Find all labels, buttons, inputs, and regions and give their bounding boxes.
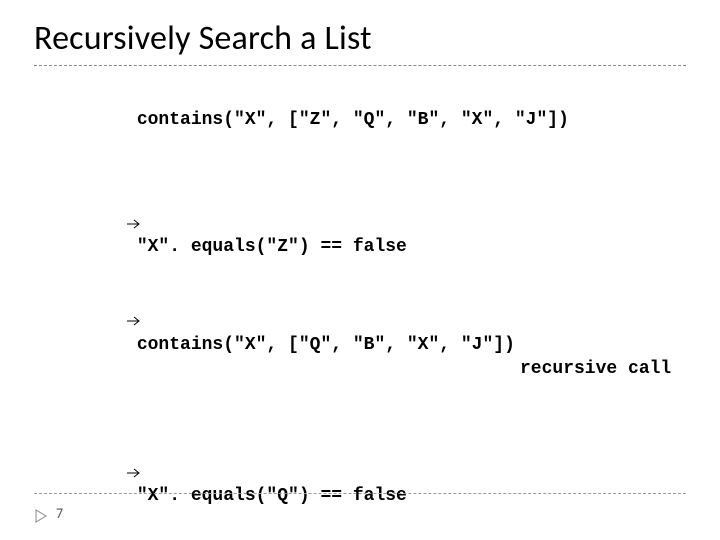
footer-divider [34,493,686,494]
code-trace: contains("X", ["Z", "Q", "B", "X", "J"])… [34,84,686,540]
code-text: contains("X", ["Z", "Q", "B", "X", "J"]) [137,110,569,130]
annotation: recursive call [520,357,671,381]
code-text: "X". equals("Q") == false [137,486,407,506]
code-text: "X". equals("Z") == false [137,237,407,257]
arrow-icon [40,440,58,454]
arrow-icon [40,191,58,205]
trace-line: contains("X", ["Q", "B", "X", "J"]) recu… [40,284,686,405]
slide-title: Recursively Search a List [34,18,686,59]
title-divider [34,65,686,66]
trace-line: "X". equals("Z") == false [40,187,686,284]
play-icon [34,508,48,524]
trace-line: contains("X", ["B", "X", "J"]) recursive… [40,533,686,540]
arrow-icon [40,288,58,302]
slide: Recursively Search a List contains("X", … [0,0,720,540]
trace-line: "X". equals("Q") == false [40,436,686,533]
trace-line: contains("X", ["Z", "Q", "B", "X", "J"]) [40,84,686,157]
page-number: 7 [56,505,63,522]
code-text: contains("X", ["Q", "B", "X", "J"]) [137,335,515,355]
